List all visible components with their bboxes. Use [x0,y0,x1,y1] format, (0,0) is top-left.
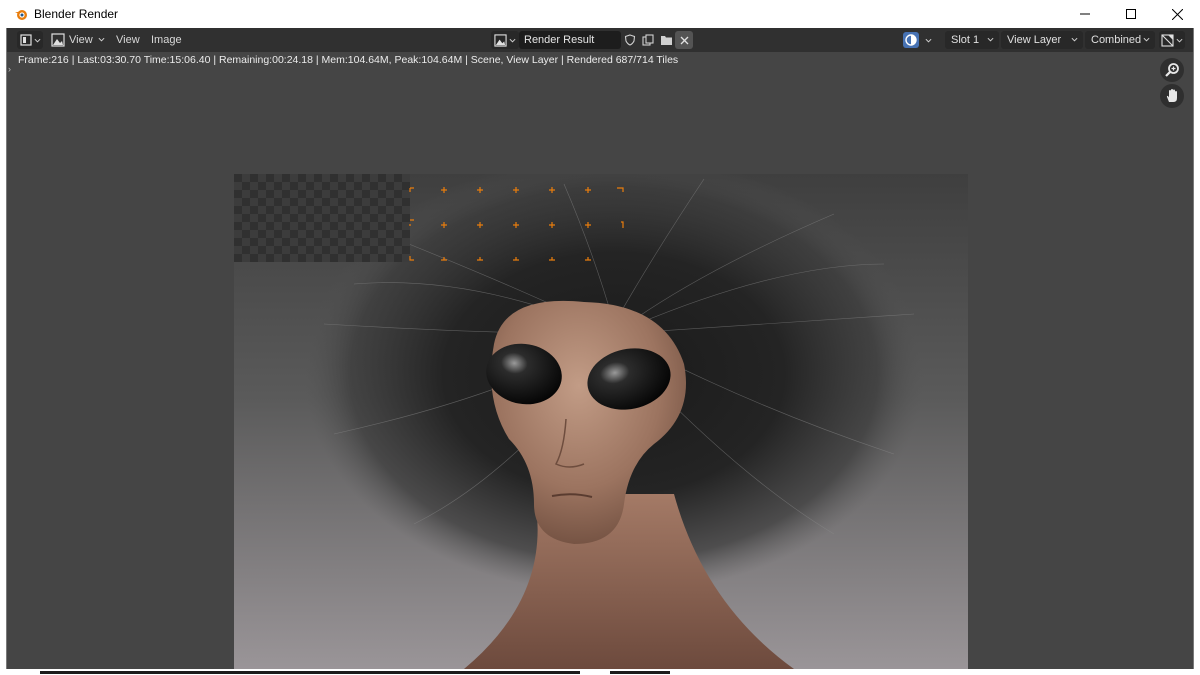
browse-image-button[interactable] [491,31,519,49]
maximize-icon [1126,9,1136,19]
new-image-button[interactable] [639,31,657,49]
image-name-field[interactable]: Render Result [519,31,621,49]
close-window-button[interactable] [1154,0,1200,28]
render-info-line: Frame:216 | Last:03:30.70 Time:15:06.40 … [18,54,679,66]
image-editor-area[interactable]: View View Image Render Result Slot 1 Vie… [6,28,1194,669]
color-channels-icon [903,32,919,48]
pan-gizmo[interactable] [1160,84,1184,108]
blender-logo-icon [15,10,27,20]
render-pass-selector-label: Combined [1091,34,1142,46]
toolbar-expand-arrow[interactable]: › [8,64,11,74]
render-canvas [234,174,968,669]
view-mode-selector[interactable] [51,31,65,49]
chevron-down-icon [98,37,105,42]
image-editor-header: View View Image Render Result Slot 1 Vie… [7,28,1193,52]
zoom-icon [1165,63,1179,77]
display-channels-selector[interactable] [903,31,932,49]
render-pass-selector[interactable]: Combined [1085,31,1155,49]
taskbar-segment [40,671,580,674]
taskbar-edge [0,669,1200,675]
zoom-gizmo[interactable] [1160,58,1184,82]
fake-user-button[interactable] [621,31,639,49]
open-image-button[interactable] [657,31,675,49]
chevron-down-icon [1143,37,1150,42]
minimize-icon [1080,13,1090,15]
slot-selector[interactable]: Slot 1 [945,31,999,49]
chevron-down-icon [34,38,40,43]
window-title: Blender Render [34,7,119,21]
view-layer-selector[interactable]: View Layer [1001,31,1083,49]
chevron-down-icon [925,38,932,43]
gizmo-toggle-icon [1161,33,1174,47]
window-titlebar: Blender Render [0,0,1200,28]
shield-icon [624,34,636,46]
view-menu[interactable]: View [116,31,140,49]
chevron-down-icon [987,37,994,42]
image-view-icon [51,33,65,47]
hand-icon [1166,89,1177,102]
chevron-down-icon [509,38,516,43]
image-menu[interactable]: Image [151,31,182,49]
image-editor-icon [19,34,32,46]
image-browse-icon [494,33,507,47]
close-icon [680,36,688,44]
chevron-down-icon [1071,37,1078,42]
render-result-image [234,174,968,669]
window-controls [1062,0,1200,28]
duplicate-icon [642,34,654,46]
unlink-image-button[interactable] [675,31,693,49]
maximize-button[interactable] [1108,0,1154,28]
chevron-down-icon [1176,38,1183,43]
view-layer-selector-label: View Layer [1007,34,1062,46]
view-dropdown-label: View [69,34,93,46]
close-icon [1171,8,1183,20]
editor-type-selector[interactable] [17,31,43,49]
taskbar-segment [610,671,670,674]
minimize-button[interactable] [1062,0,1108,28]
unrendered-tiles [234,174,410,262]
slot-selector-label: Slot 1 [951,34,980,46]
gizmo-display-selector[interactable] [1159,31,1185,49]
view-dropdown-menu[interactable]: View [69,31,105,49]
folder-icon [660,36,672,45]
